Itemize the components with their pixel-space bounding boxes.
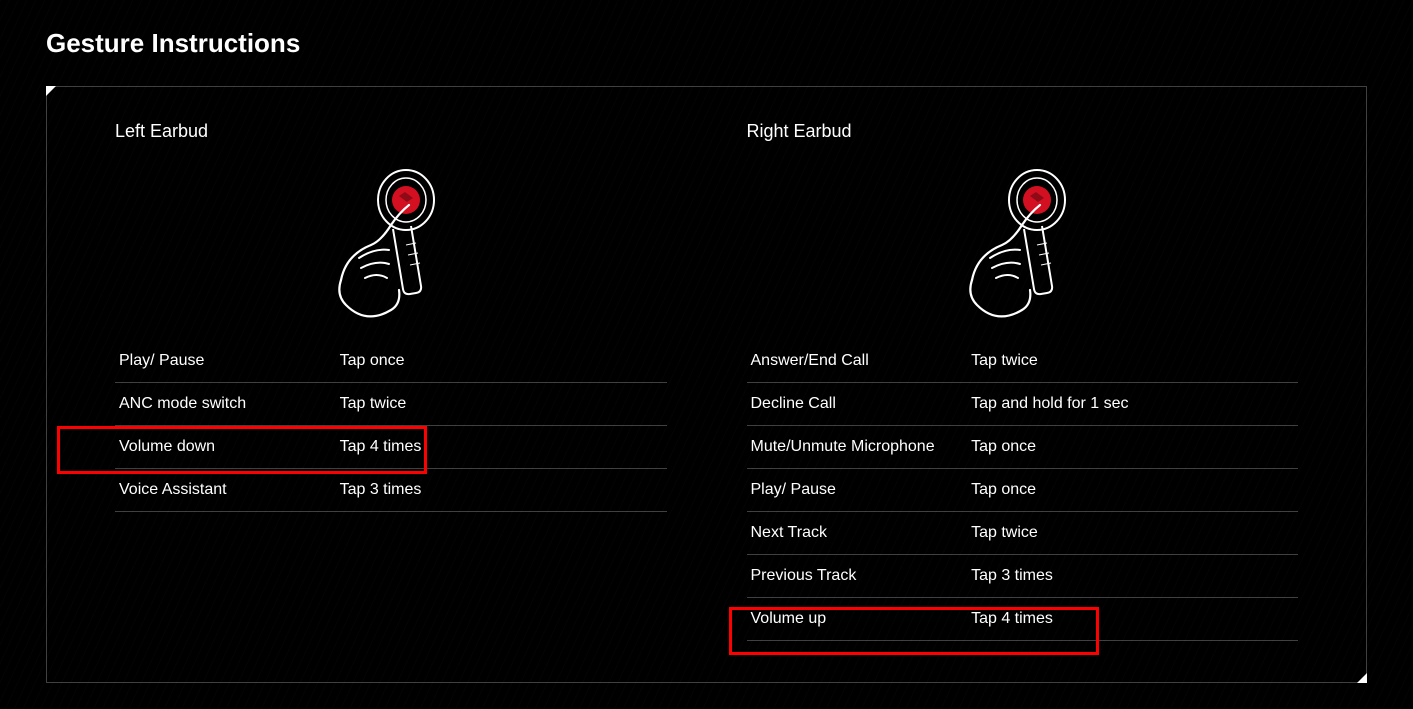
table-row: Answer/End Call Tap twice <box>747 340 1299 383</box>
gesture-action: ANC mode switch <box>115 383 336 426</box>
gesture-action: Play/ Pause <box>747 469 968 512</box>
gesture-value: Tap twice <box>967 340 1298 383</box>
table-row: Play/ Pause Tap once <box>747 469 1299 512</box>
gesture-value: Tap twice <box>967 512 1298 555</box>
gesture-action: Volume up <box>747 598 968 641</box>
instructions-panel: Left Earbud <box>46 86 1367 683</box>
gesture-value: Tap 3 times <box>336 469 667 512</box>
table-row: Previous Track Tap 3 times <box>747 555 1299 598</box>
table-row: Play/ Pause Tap once <box>115 340 667 383</box>
gesture-action: Next Track <box>747 512 968 555</box>
gesture-value: Tap once <box>336 340 667 383</box>
table-row: Voice Assistant Tap 3 times <box>115 469 667 512</box>
gesture-value: Tap and hold for 1 sec <box>967 383 1298 426</box>
page-title: Gesture Instructions <box>0 0 1413 59</box>
gesture-value: Tap twice <box>336 383 667 426</box>
gesture-value: Tap once <box>967 469 1298 512</box>
gesture-action: Previous Track <box>747 555 968 598</box>
gesture-action: Decline Call <box>747 383 968 426</box>
left-earbud-column: Left Earbud <box>75 121 707 662</box>
gesture-value: Tap once <box>967 426 1298 469</box>
right-earbud-heading: Right Earbud <box>747 121 1299 142</box>
gesture-action: Voice Assistant <box>115 469 336 512</box>
gesture-action: Play/ Pause <box>115 340 336 383</box>
left-gesture-table: Play/ Pause Tap once ANC mode switch Tap… <box>115 340 667 512</box>
left-earbud-tap-icon <box>311 160 471 320</box>
table-row: ANC mode switch Tap twice <box>115 383 667 426</box>
gesture-action: Mute/Unmute Microphone <box>747 426 968 469</box>
table-row: Decline Call Tap and hold for 1 sec <box>747 383 1299 426</box>
table-row: Mute/Unmute Microphone Tap once <box>747 426 1299 469</box>
gesture-value: Tap 4 times <box>967 598 1298 641</box>
right-earbud-tap-icon <box>942 160 1102 320</box>
gesture-value: Tap 4 times <box>336 426 667 469</box>
left-earbud-heading: Left Earbud <box>115 121 667 142</box>
gesture-action: Volume down <box>115 426 336 469</box>
table-row: Volume down Tap 4 times <box>115 426 667 469</box>
table-row: Next Track Tap twice <box>747 512 1299 555</box>
gesture-action: Answer/End Call <box>747 340 968 383</box>
table-row: Volume up Tap 4 times <box>747 598 1299 641</box>
right-earbud-column: Right Earbud Answer/End Call Ta <box>707 121 1339 662</box>
right-gesture-table: Answer/End Call Tap twice Decline Call T… <box>747 340 1299 641</box>
gesture-value: Tap 3 times <box>967 555 1298 598</box>
